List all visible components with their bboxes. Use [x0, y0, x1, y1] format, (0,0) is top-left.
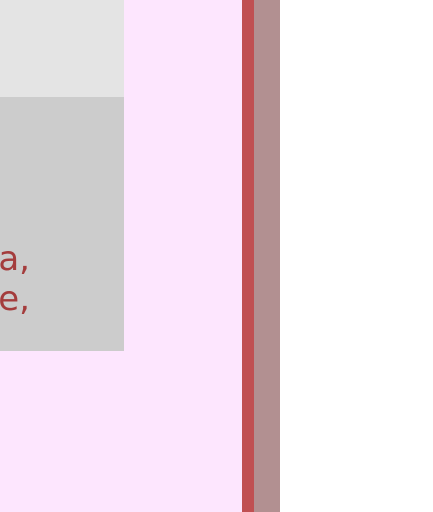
card-text-line: a, — [0, 239, 30, 279]
card-text: a, e, — [0, 239, 30, 319]
viewport: a, e, — [0, 0, 433, 512]
content-panel: a, e, — [0, 0, 242, 512]
card-header — [0, 0, 124, 97]
blank-pane — [280, 0, 433, 512]
pane-divider[interactable] — [242, 0, 254, 512]
scrollbar-track[interactable] — [254, 0, 280, 512]
card-body: a, e, — [0, 97, 124, 351]
card-text-line: e, — [0, 279, 30, 319]
